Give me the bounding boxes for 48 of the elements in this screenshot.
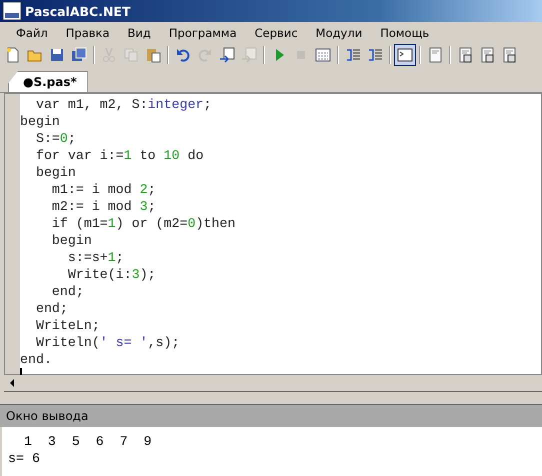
console-icon	[397, 47, 413, 63]
list-icon	[367, 47, 383, 63]
code-line: m1:= i mod 2;	[50, 181, 157, 198]
grid-icon	[315, 47, 331, 63]
document-arrow-icon	[219, 47, 235, 63]
code-line: s:=s+1;	[66, 249, 125, 266]
copy-icon	[123, 47, 139, 63]
document-icon	[501, 47, 517, 63]
menu-item[interactable]: Правка	[56, 26, 119, 40]
code-line: end.	[20, 351, 53, 368]
list-icon	[345, 47, 361, 63]
menu-item[interactable]: Вид	[118, 26, 160, 40]
code-line: begin	[34, 164, 77, 181]
code-line: var m1, m2, S:integer;	[34, 96, 213, 113]
menu-item[interactable]: Программа	[160, 26, 246, 40]
menu-item[interactable]: Файл	[7, 26, 57, 40]
code-line: Write(i:3);	[66, 266, 157, 283]
code-line: begin	[20, 113, 61, 130]
code-line: begin	[50, 232, 93, 249]
document-icon	[427, 47, 443, 63]
code-line: for var i:=1 to 10 do	[34, 147, 205, 164]
save-icon	[49, 47, 65, 63]
app-logo-icon	[3, 2, 21, 20]
document-icon	[479, 47, 495, 63]
window-title: PascalABC.NET	[25, 4, 130, 18]
code-line: S:=0;	[34, 130, 77, 147]
menu-item[interactable]: Помощь	[371, 26, 438, 40]
panel-title: Окно вывода	[6, 409, 88, 423]
console-button[interactable]	[394, 44, 416, 66]
menu-item[interactable]: Модули	[306, 26, 372, 40]
output-line: 1 3 5 6 7 9	[22, 433, 153, 450]
save-all-icon	[71, 47, 87, 63]
code-line: WriteLn;	[34, 317, 101, 334]
code-line: end;	[50, 283, 85, 300]
code-line: if (m1=1) or (m2=0)then	[50, 215, 236, 232]
code-editor[interactable]: var m1, m2, S:integer; begin S:=0; for var i:=1 to 10 do begin m1:= i mod 2; m2:= i mod 3; if (m1=1) or (m2=0)then begin s:=s+1; Write(i:3); end; end; WriteLn; Writeln(' s= ',s); end.	[4, 93, 542, 375]
menu-item[interactable]: Сервис	[246, 26, 307, 40]
document-arrow-icon	[241, 47, 257, 63]
code-line: m2:= i mod 3;	[50, 198, 157, 215]
code-line: Writeln(' s= ',s);	[34, 334, 181, 351]
code-line: end;	[34, 300, 69, 317]
paste-icon	[145, 47, 161, 63]
undo-icon	[175, 47, 191, 63]
file-tab[interactable]: ●S.pas*	[8, 71, 88, 92]
output-line: s= 6	[8, 450, 41, 467]
horizontal-scrollbar[interactable]	[4, 375, 542, 392]
document-icon	[457, 47, 473, 63]
new-file-icon	[5, 47, 21, 63]
